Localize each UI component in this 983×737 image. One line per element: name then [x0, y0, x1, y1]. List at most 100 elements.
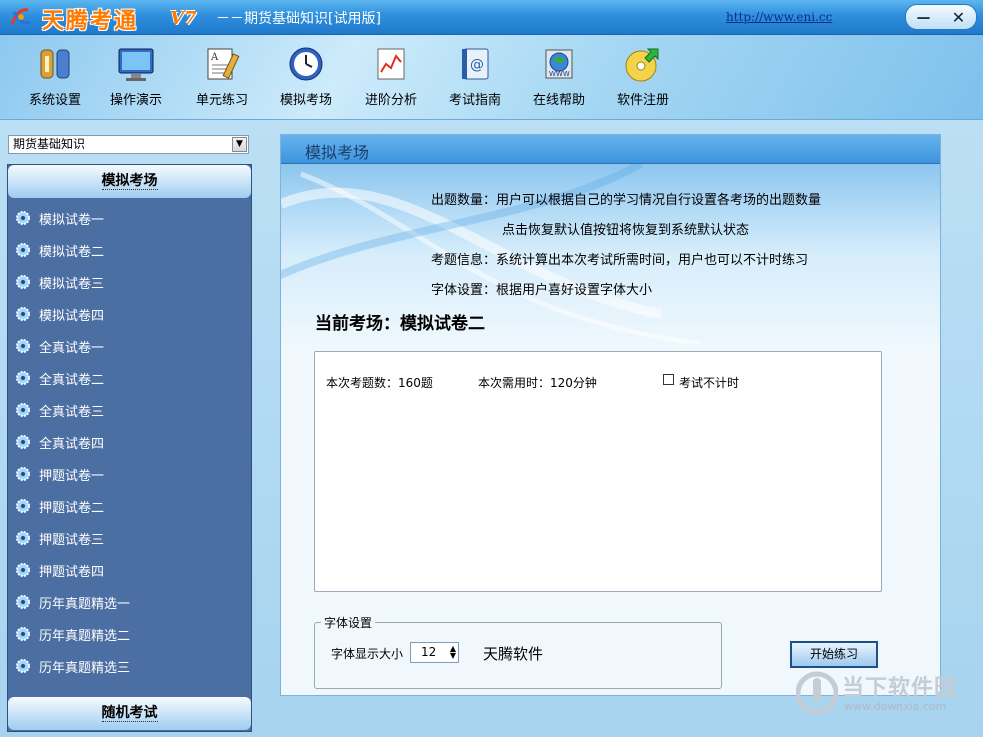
gear-icon [16, 435, 30, 449]
start-practice-button[interactable]: 开始练习 [790, 641, 878, 668]
globe-icon: WWW [539, 45, 579, 83]
exam-info-box: 本次考题数：160题 本次需用时：120分钟 考试不计时 [314, 351, 882, 592]
book-select-value: 期货基础知识 [13, 137, 86, 151]
info-line-font-setting: 字体设置：根据用户喜好设置字体大小 [431, 283, 653, 298]
exam-item[interactable]: 模拟试卷二 [8, 234, 251, 266]
title-bar: 天腾考通 V7 －－期货基础知识[试用版] http://www.eni.cc … [0, 0, 983, 35]
font-group-title: 字体设置 [321, 614, 376, 631]
svg-text:@: @ [470, 57, 484, 73]
toolbar-label: 操作演示 [109, 93, 162, 108]
book-select[interactable]: 期货基础知识 ▼ [8, 135, 249, 154]
svg-text:WWW: WWW [549, 70, 570, 78]
exam-item[interactable]: 押题试卷三 [8, 522, 251, 554]
exam-item[interactable]: 全真试卷四 [8, 426, 251, 458]
toolbar-register[interactable]: 软件注册 [608, 45, 678, 108]
exam-item[interactable]: 全真试卷一 [8, 330, 251, 362]
close-button[interactable]: ✕ [941, 5, 976, 29]
exam-item[interactable]: 模拟试卷四 [8, 298, 251, 330]
toolbar-advanced-analysis[interactable]: 进阶分析 [356, 45, 426, 108]
toolbar-label: 在线帮助 [532, 93, 585, 108]
gear-icon [16, 595, 30, 609]
toolbar-label: 进阶分析 [364, 93, 417, 108]
stepper-arrows-icon[interactable]: ▲ ▼ [450, 645, 456, 660]
watermark-text: 当下软件园 [842, 676, 958, 701]
exam-item-label: 历年真题精选二 [39, 628, 131, 644]
info-line-exam-info: 考题信息：系统计算出本次考试所需时间，用户也可以不计时练习 [431, 253, 809, 268]
exam-item-label: 押题试卷四 [39, 564, 105, 580]
section-title: 模拟考场 [101, 173, 158, 190]
toolbar-label: 单元练习 [195, 93, 248, 108]
exam-item-label: 模拟试卷二 [39, 244, 105, 260]
gear-icon [16, 307, 30, 321]
tools-icon [35, 45, 75, 83]
gear-icon [16, 627, 30, 641]
toolbar-demo[interactable]: 操作演示 [101, 45, 171, 108]
exam-item[interactable]: 模拟试卷三 [8, 266, 251, 298]
gear-icon [16, 403, 30, 417]
font-size-stepper[interactable]: 12 ▲ ▼ [410, 642, 459, 663]
exam-item[interactable]: 历年真题精选二 [8, 618, 251, 650]
main-panel: 模拟考场 出题数量：用户可以根据自己的学习情况自行设置各考场的出题数量 点击恢复… [280, 134, 941, 696]
gear-icon [16, 371, 30, 385]
toolbar-exam-guide[interactable]: @ 考试指南 [440, 45, 510, 108]
main-header: 模拟考场 [281, 135, 940, 164]
no-timer-label: 考试不计时 [679, 376, 740, 390]
gear-icon [16, 211, 30, 225]
toolbar-label: 系统设置 [28, 93, 81, 108]
gear-icon [16, 659, 30, 673]
exam-item-label: 全真试卷三 [39, 404, 105, 420]
monitor-icon [116, 45, 156, 83]
dropdown-arrow-icon[interactable]: ▼ [232, 137, 247, 152]
clock-icon [286, 45, 326, 83]
exam-item-label: 历年真题精选三 [39, 660, 131, 676]
toolbar-system-settings[interactable]: 系统设置 [20, 45, 90, 108]
exam-item-label: 押题试卷三 [39, 532, 105, 548]
version-label: V7 [170, 8, 197, 29]
watermark: 当下软件园 www.downxia.com [796, 666, 966, 720]
font-settings-group: 字体设置 字体显示大小 12 ▲ ▼ 天腾软件 [314, 614, 722, 689]
app-logo-icon [10, 8, 31, 25]
font-size-value: 12 [421, 645, 437, 659]
exam-item[interactable]: 历年真题精选一 [8, 586, 251, 618]
watermark-url: www.downxia.com [844, 700, 947, 713]
minimize-button[interactable]: － [906, 5, 941, 29]
question-count-text: 本次考题数：160题 [326, 376, 433, 390]
exam-item[interactable]: 押题试卷四 [8, 554, 251, 586]
toolbar-online-help[interactable]: WWW 在线帮助 [524, 45, 594, 108]
exam-item[interactable]: 历年真题精选三 [8, 650, 251, 682]
exam-item[interactable]: 押题试卷二 [8, 490, 251, 522]
info-line-question-count: 出题数量：用户可以根据自己的学习情况自行设置各考场的出题数量 [431, 193, 822, 208]
exam-item-label: 模拟试卷四 [39, 308, 105, 324]
document-icon: A [202, 45, 242, 83]
section-title: 随机考试 [101, 705, 158, 722]
website-link[interactable]: http://www.eni.cc [726, 10, 832, 24]
exam-item[interactable]: 全真试卷三 [8, 394, 251, 426]
exam-item-label: 押题试卷二 [39, 500, 105, 516]
section-random-exam-header[interactable]: 随机考试 [8, 697, 251, 730]
section-mock-exam-header[interactable]: 模拟考场 [8, 165, 251, 198]
exam-item-label: 押题试卷一 [39, 468, 105, 484]
gear-icon [16, 499, 30, 513]
no-timer-checkbox[interactable] [663, 374, 674, 385]
gear-icon [16, 339, 30, 353]
exam-item-label: 历年真题精选一 [39, 596, 131, 612]
gear-icon [16, 563, 30, 577]
chart-icon [371, 45, 411, 83]
exam-item-label: 全真试卷四 [39, 436, 105, 452]
exam-sidebar: 模拟考场 模拟试卷一 模拟试卷二 模拟试卷三 模拟试卷四 全真试卷一 全真试卷二… [7, 164, 252, 732]
toolbar-unit-practice[interactable]: A 单元练习 [187, 45, 257, 108]
toolbar-label: 软件注册 [616, 93, 669, 108]
font-sample-text: 天腾软件 [483, 645, 544, 663]
toolbar-mock-exam[interactable]: 模拟考场 [271, 45, 341, 108]
exam-item[interactable]: 押题试卷一 [8, 458, 251, 490]
toolbar-label: 模拟考场 [279, 93, 332, 108]
time-needed-text: 本次需用时：120分钟 [478, 376, 597, 390]
window-subtitle: －－期货基础知识[试用版] [216, 11, 381, 27]
gear-icon [16, 275, 30, 289]
current-exam-label: 当前考场：模拟试卷二 [315, 314, 485, 334]
exam-item-label: 模拟试卷三 [39, 276, 105, 292]
brand-name: 天腾考通 [42, 8, 139, 34]
exam-item[interactable]: 模拟试卷一 [8, 202, 251, 234]
toolbar-label: 考试指南 [448, 93, 501, 108]
exam-item[interactable]: 全真试卷二 [8, 362, 251, 394]
